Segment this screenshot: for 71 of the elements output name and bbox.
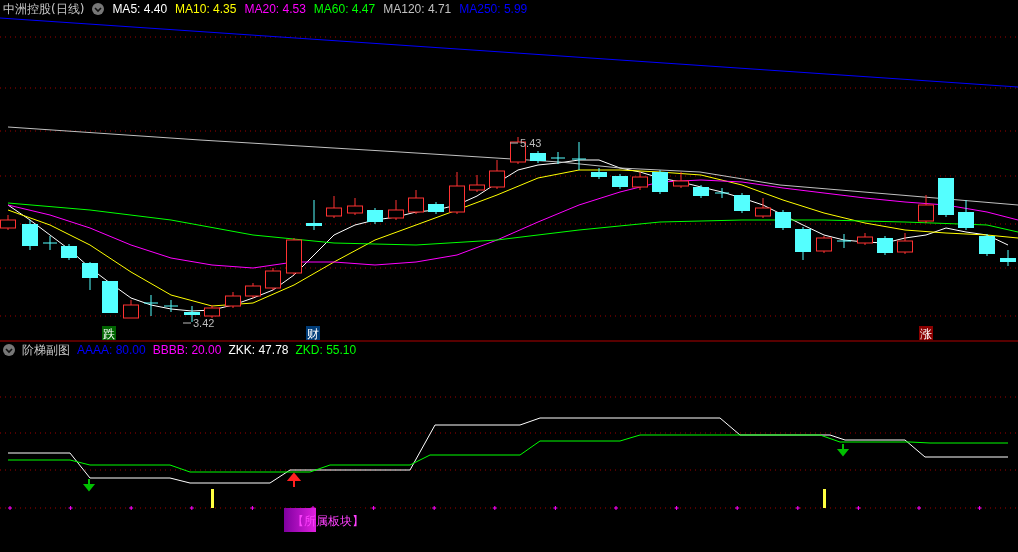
candlestick bbox=[612, 173, 628, 190]
candlestick bbox=[877, 235, 893, 256]
candlestick bbox=[734, 192, 750, 214]
candlestick bbox=[367, 207, 383, 225]
up-arrow-icon bbox=[286, 473, 300, 488]
candlestick bbox=[42, 235, 58, 251]
indicator-reading: MA250: 5.99 bbox=[459, 2, 528, 16]
candlestick bbox=[530, 150, 546, 164]
candlestick bbox=[652, 169, 668, 195]
indicator-reading: MA20: 4.53 bbox=[244, 2, 306, 16]
candlestick bbox=[489, 159, 505, 190]
candlestick bbox=[857, 232, 873, 246]
candlestick bbox=[61, 243, 77, 261]
candlestick bbox=[428, 201, 444, 215]
candlestick bbox=[836, 233, 852, 249]
candlestick bbox=[449, 171, 465, 215]
indicator-reading: MA5: 4.40 bbox=[112, 2, 168, 16]
candlestick bbox=[82, 261, 98, 291]
candlestick bbox=[143, 294, 159, 317]
indicator-reading: ZKK: 47.78 bbox=[228, 343, 289, 357]
candlestick bbox=[979, 233, 995, 257]
indicator-reading: AAAA: 80.00 bbox=[77, 343, 146, 357]
candlestick bbox=[1000, 249, 1016, 267]
candlestick bbox=[22, 219, 38, 251]
candlestick bbox=[775, 209, 791, 231]
candlestick bbox=[714, 187, 730, 199]
candlestick bbox=[245, 282, 261, 299]
candlestick bbox=[755, 197, 771, 219]
indicator-reading: BBBB: 20.00 bbox=[152, 343, 222, 357]
candlestick bbox=[469, 174, 485, 193]
indicator-reading: MA120: 4.71 bbox=[383, 2, 452, 16]
down-arrow-icon bbox=[84, 478, 94, 492]
candlestick bbox=[693, 184, 709, 199]
candlestick bbox=[306, 199, 322, 231]
candlestick bbox=[571, 141, 587, 171]
candlestick bbox=[225, 291, 241, 309]
candlestick bbox=[286, 237, 302, 276]
event-tag: 跌 bbox=[102, 326, 116, 341]
candlestick bbox=[102, 280, 118, 314]
candlestick bbox=[163, 299, 179, 313]
signal-bar bbox=[823, 489, 826, 508]
candlestick bbox=[816, 235, 832, 254]
candlestick bbox=[204, 304, 220, 319]
signal-bar bbox=[211, 489, 214, 508]
candlestick bbox=[918, 194, 934, 224]
indicator-reading: MA10: 4.35 bbox=[175, 2, 237, 16]
candlestick bbox=[632, 171, 648, 191]
dropdown-icon[interactable] bbox=[3, 344, 15, 356]
candlestick bbox=[958, 199, 974, 231]
candlestick bbox=[388, 199, 404, 221]
candlestick bbox=[326, 195, 342, 219]
candlestick bbox=[408, 189, 424, 215]
event-tag: 财 bbox=[306, 326, 320, 341]
candlestick bbox=[673, 171, 689, 189]
price-label: 3.42 bbox=[182, 317, 215, 329]
indicator-title: 阶梯副图 bbox=[22, 341, 70, 359]
candlestick bbox=[347, 197, 363, 216]
event-tag: 涨 bbox=[919, 326, 933, 341]
indicator-reading: MA60: 4.47 bbox=[313, 2, 376, 16]
down-arrow-icon bbox=[838, 443, 848, 457]
candlestick bbox=[795, 226, 811, 261]
dropdown-icon[interactable] bbox=[92, 3, 105, 15]
candlestick bbox=[550, 151, 566, 165]
candlestick bbox=[123, 299, 139, 319]
price-label: 5.43 bbox=[509, 137, 542, 149]
candlestick bbox=[938, 177, 954, 218]
indicator-reading: ZKD: 55.10 bbox=[295, 343, 357, 357]
candlestick bbox=[591, 167, 607, 180]
stock-title: 中洲控股(日线) bbox=[3, 0, 85, 18]
candlestick bbox=[897, 232, 913, 255]
candlestick bbox=[265, 267, 281, 291]
